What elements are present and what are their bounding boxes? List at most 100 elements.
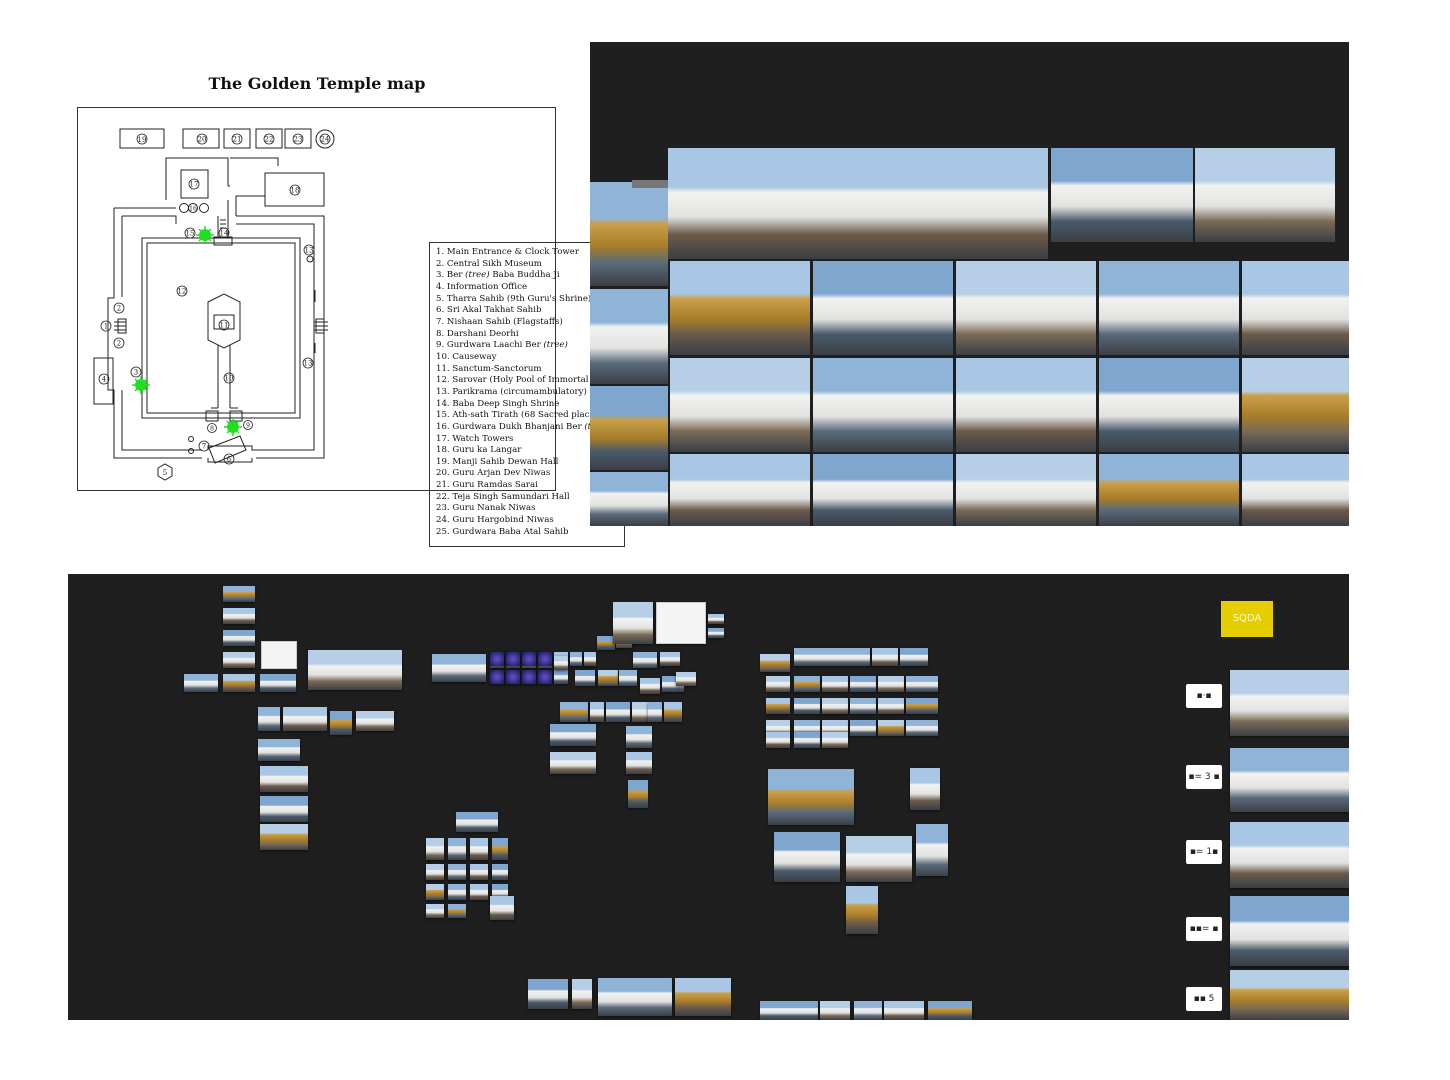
canvas-thumbnail[interactable] xyxy=(1230,822,1349,888)
canvas-thumbnail[interactable] xyxy=(928,1001,972,1020)
timeline-tag[interactable]: ▪▪= ▪ xyxy=(1186,917,1222,941)
canvas-thumbnail[interactable] xyxy=(640,678,660,694)
canvas-thumbnail[interactable] xyxy=(1230,670,1349,736)
canvas-thumbnail[interactable] xyxy=(628,780,648,808)
timeline-tag[interactable]: ▪·▪ xyxy=(1186,684,1222,708)
canvas-thumbnail[interactable] xyxy=(283,707,327,731)
canvas-thumbnail[interactable] xyxy=(878,720,904,736)
canvas-thumbnail[interactable] xyxy=(900,648,928,666)
canvas-thumbnail[interactable] xyxy=(606,702,630,722)
canvas-thumbnail[interactable] xyxy=(906,720,938,736)
gallery-photo[interactable] xyxy=(1099,454,1239,526)
canvas-thumbnail[interactable] xyxy=(506,670,520,684)
canvas-thumbnail[interactable] xyxy=(554,656,568,670)
canvas-thumbnail[interactable] xyxy=(626,726,652,748)
canvas-thumbnail[interactable] xyxy=(766,732,790,748)
canvas-thumbnail[interactable] xyxy=(822,732,848,748)
gallery-photo[interactable] xyxy=(1099,261,1239,355)
gallery-photo[interactable] xyxy=(670,261,810,355)
gallery-photo[interactable] xyxy=(670,358,810,452)
canvas-thumbnail[interactable] xyxy=(794,648,870,666)
canvas-thumbnail[interactable] xyxy=(822,698,848,714)
gallery-photo[interactable] xyxy=(1242,261,1349,355)
gallery-photo[interactable] xyxy=(668,148,1048,259)
canvas-thumbnail[interactable] xyxy=(223,652,255,668)
canvas-thumbnail[interactable] xyxy=(426,864,444,880)
canvas-thumbnail[interactable] xyxy=(774,832,840,882)
gallery-photo[interactable] xyxy=(1242,454,1349,526)
canvas-thumbnail[interactable] xyxy=(456,812,498,832)
canvas-thumbnail[interactable] xyxy=(916,824,948,876)
gallery-photo[interactable] xyxy=(590,289,668,384)
canvas-thumbnail[interactable] xyxy=(910,768,940,810)
canvas-thumbnail[interactable] xyxy=(878,698,904,714)
canvas-thumbnail[interactable] xyxy=(506,652,520,666)
gallery-photo[interactable] xyxy=(590,182,668,286)
canvas-thumbnail[interactable] xyxy=(598,978,672,1016)
canvas-thumbnail[interactable] xyxy=(258,739,300,761)
canvas-thumbnail[interactable] xyxy=(854,1001,882,1020)
canvas-thumbnail[interactable] xyxy=(572,979,592,1009)
canvas-thumbnail[interactable] xyxy=(850,720,876,736)
gallery-photo[interactable] xyxy=(1195,148,1335,242)
canvas-thumbnail[interactable] xyxy=(448,864,466,880)
canvas-thumbnail[interactable] xyxy=(470,864,488,880)
timeline-tag[interactable]: ▪= 1▪ xyxy=(1186,840,1222,864)
canvas-thumbnail[interactable] xyxy=(584,652,596,666)
canvas-thumbnail[interactable] xyxy=(223,630,255,646)
canvas-thumbnail[interactable] xyxy=(356,711,394,731)
canvas-thumbnail[interactable] xyxy=(846,836,912,882)
canvas-thumbnail[interactable] xyxy=(308,650,402,690)
canvas-thumbnail[interactable] xyxy=(550,724,596,746)
canvas-thumbnail[interactable] xyxy=(850,698,876,714)
canvas-thumbnail[interactable] xyxy=(470,838,488,860)
canvas-thumbnail[interactable] xyxy=(260,796,308,822)
canvas-thumbnail[interactable] xyxy=(1230,896,1349,966)
canvas-thumbnail[interactable] xyxy=(1230,970,1349,1020)
gallery-photo[interactable] xyxy=(813,261,953,355)
canvas-thumbnail[interactable] xyxy=(258,707,280,731)
canvas-thumbnail[interactable] xyxy=(426,904,444,918)
canvas-thumbnail[interactable] xyxy=(554,670,568,684)
canvas-thumbnail[interactable] xyxy=(794,698,820,714)
gallery-photo[interactable] xyxy=(1242,358,1349,452)
canvas-thumbnail[interactable] xyxy=(223,586,255,602)
canvas-thumbnail[interactable] xyxy=(598,670,618,686)
canvas-thumbnail[interactable] xyxy=(223,674,255,692)
canvas-thumbnail[interactable] xyxy=(570,652,582,666)
canvas-thumbnail[interactable] xyxy=(560,702,588,722)
canvas-thumbnail[interactable] xyxy=(626,752,652,774)
gallery-photo[interactable] xyxy=(956,261,1096,355)
canvas-document[interactable] xyxy=(656,602,706,644)
gallery-photo[interactable] xyxy=(590,386,668,470)
canvas-thumbnail[interactable] xyxy=(590,702,604,722)
canvas-thumbnail[interactable] xyxy=(822,676,848,692)
canvas-thumbnail[interactable] xyxy=(538,652,552,666)
canvas-thumbnail[interactable] xyxy=(648,702,662,722)
gallery-photo[interactable] xyxy=(956,358,1096,452)
gallery-photo[interactable] xyxy=(1051,148,1193,242)
canvas-thumbnail[interactable] xyxy=(633,652,657,668)
canvas-thumbnail[interactable] xyxy=(426,884,444,900)
canvas-thumbnail[interactable] xyxy=(432,654,486,682)
gallery-photo[interactable] xyxy=(813,358,953,452)
timeline-tag[interactable]: ▪▪ 5 xyxy=(1186,987,1222,1011)
canvas-thumbnail[interactable] xyxy=(878,676,904,692)
canvas-thumbnail[interactable] xyxy=(448,904,466,918)
canvas-thumbnail[interactable] xyxy=(528,979,568,1009)
canvas-thumbnail[interactable] xyxy=(260,824,308,850)
canvas-thumbnail[interactable] xyxy=(872,648,898,666)
canvas-thumbnail[interactable] xyxy=(675,978,731,1016)
gallery-photo[interactable] xyxy=(590,472,668,526)
canvas-thumbnail[interactable] xyxy=(426,838,444,860)
canvas-thumbnail[interactable] xyxy=(184,674,218,692)
canvas-thumbnail[interactable] xyxy=(760,1001,818,1020)
gallery-photo[interactable] xyxy=(1099,358,1239,452)
canvas-thumbnail[interactable] xyxy=(490,896,514,920)
canvas-thumbnail[interactable] xyxy=(613,602,653,644)
canvas-thumbnail[interactable] xyxy=(846,886,878,934)
canvas-label-tag[interactable]: SQDA xyxy=(1221,601,1273,637)
canvas-thumbnail[interactable] xyxy=(490,652,504,666)
canvas-thumbnail[interactable] xyxy=(448,838,466,860)
canvas-thumbnail[interactable] xyxy=(766,676,790,692)
